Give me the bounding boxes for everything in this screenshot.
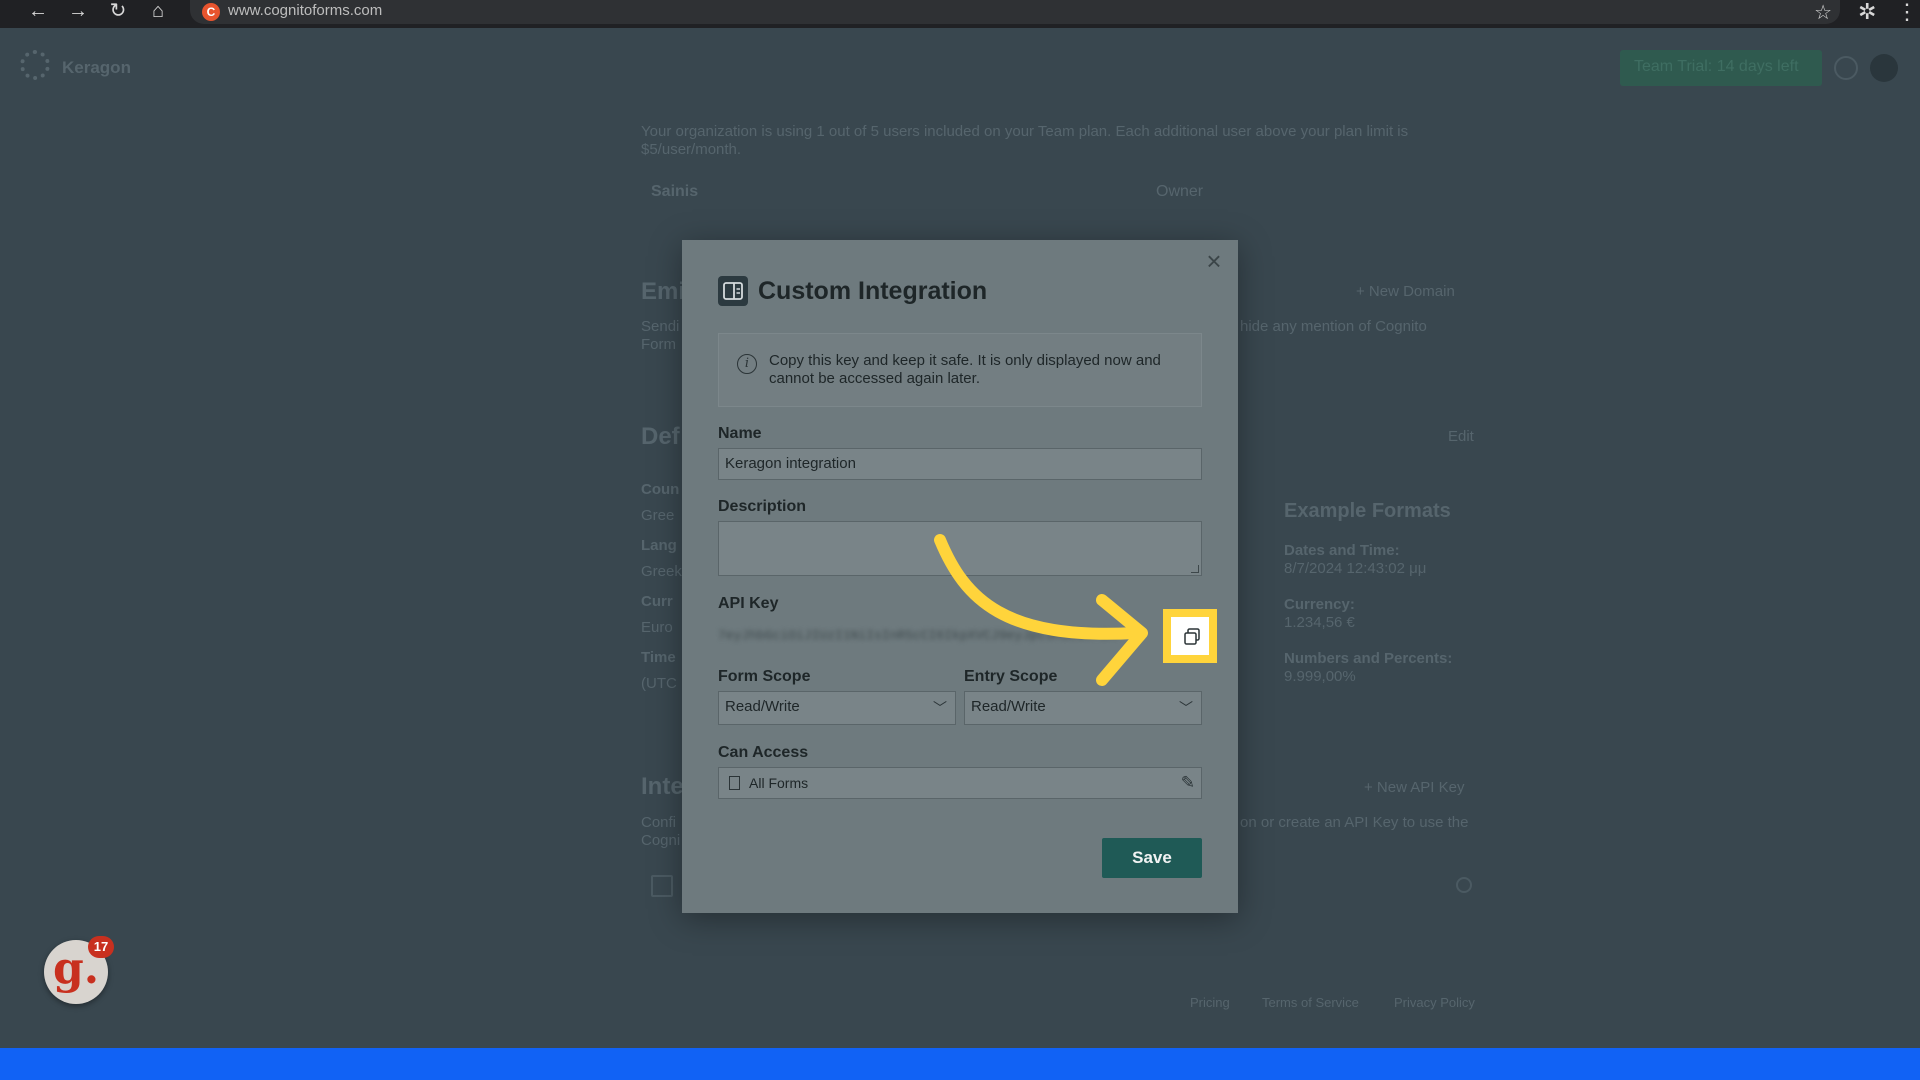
browser-menu-icon[interactable]: ⋮ xyxy=(1896,0,1918,25)
bookmark-star-icon[interactable]: ☆ xyxy=(1814,0,1832,25)
email-text-line1: Sendi xyxy=(641,318,680,335)
api-key-label: API Key xyxy=(718,595,779,612)
form-scope-value: Read/Write xyxy=(725,698,800,715)
language-value: Greek xyxy=(641,563,682,580)
dialog-title: Custom Integration xyxy=(758,277,988,305)
can-access-field[interactable]: All Forms ✎ xyxy=(718,767,1202,799)
reload-icon[interactable]: ↻ xyxy=(102,0,134,22)
country-label: Coun xyxy=(641,481,680,498)
copy-icon xyxy=(1184,628,1200,645)
users-info-line2: $5/user/month. xyxy=(641,141,742,158)
can-access-value: All Forms xyxy=(749,775,809,791)
timezone-label: Time xyxy=(641,649,676,666)
currency-label: Curr xyxy=(641,593,673,610)
integrations-text-line2: Cogni xyxy=(641,832,681,849)
home-icon[interactable]: ⌂ xyxy=(142,0,174,22)
notification-count-badge: 17 xyxy=(88,936,114,958)
trial-button-label: Team Trial: 14 days left xyxy=(1634,58,1799,75)
country-value: Gree xyxy=(641,507,675,524)
chevron-down-icon: ﹀ xyxy=(1179,700,1193,716)
entry-scope-value: Read/Write xyxy=(971,698,1046,715)
currency-example-label: Currency: xyxy=(1284,596,1355,613)
site-favicon-icon: C xyxy=(202,3,220,21)
timezone-value: (UTC xyxy=(641,675,677,692)
browser-toolbar: ← → ↻ ⌂ C www.cognitoforms.com ☆ ✲ ⋮ xyxy=(0,0,1920,28)
close-icon[interactable]: × xyxy=(1202,246,1226,276)
form-scope-label: Form Scope xyxy=(718,668,811,685)
footer-pricing-link[interactable]: Pricing xyxy=(1190,995,1230,1010)
copy-api-key-button[interactable] xyxy=(1163,609,1217,663)
resize-handle-icon[interactable] xyxy=(1191,565,1199,573)
example-formats-heading: Example Formats xyxy=(1284,500,1451,522)
numbers-example-value: 9.999,00% xyxy=(1284,668,1356,685)
keragon-logo-icon xyxy=(20,50,50,80)
integration-toggle-icon[interactable] xyxy=(1456,877,1472,893)
users-info-line1: Your organization is using 1 out of 5 us… xyxy=(641,123,1409,140)
name-input[interactable]: Keragon integration xyxy=(718,448,1202,480)
email-text-line2: Form xyxy=(641,336,676,353)
integration-icon xyxy=(718,276,748,306)
footer-privacy-link[interactable]: Privacy Policy xyxy=(1394,995,1475,1010)
back-icon[interactable]: ← xyxy=(22,0,54,22)
integrations-text-right: on or create an API Key to use the xyxy=(1240,814,1469,831)
info-notice-text: Copy this key and keep it safe. It is on… xyxy=(769,352,1161,387)
dates-example-value: 8/7/2024 12:43:02 μμ xyxy=(1284,560,1427,577)
footer-terms-link[interactable]: Terms of Service xyxy=(1262,995,1359,1010)
document-icon xyxy=(729,776,740,790)
new-domain-button[interactable]: + New Domain xyxy=(1356,283,1455,300)
name-label: Name xyxy=(718,425,762,442)
numbers-example-label: Numbers and Percents: xyxy=(1284,650,1453,667)
address-bar[interactable]: C www.cognitoforms.com ☆ xyxy=(190,0,1840,24)
email-text-right: hide any mention of Cognito xyxy=(1240,318,1427,335)
workspace-name: Keragon xyxy=(62,58,131,77)
help-icon[interactable] xyxy=(1834,56,1858,80)
integrations-section-heading: Inte xyxy=(641,773,684,800)
info-icon: i xyxy=(737,354,757,374)
defaults-section-heading: Def xyxy=(641,423,680,450)
user-name: Sainis xyxy=(651,183,699,200)
tutorial-arrow-icon xyxy=(934,534,1148,686)
notifications-widget[interactable]: g. 17 xyxy=(44,936,114,1004)
dates-example-label: Dates and Time: xyxy=(1284,542,1400,559)
integrations-text-line1: Confi xyxy=(641,814,677,831)
description-label: Description xyxy=(718,498,807,515)
integration-icon xyxy=(651,875,673,897)
trial-button[interactable]: Team Trial: 14 days left xyxy=(1620,50,1822,86)
user-avatar[interactable] xyxy=(1870,54,1898,82)
user-role: Owner xyxy=(1156,183,1204,200)
can-access-label: Can Access xyxy=(718,744,809,761)
info-notice: i Copy this key and keep it safe. It is … xyxy=(718,333,1202,407)
new-api-key-button[interactable]: + New API Key xyxy=(1364,779,1464,796)
currency-value: Euro xyxy=(641,619,673,636)
forward-icon[interactable]: → xyxy=(62,0,94,22)
edit-defaults-button[interactable]: Edit xyxy=(1448,428,1474,445)
address-bar-url: www.cognitoforms.com xyxy=(228,2,383,19)
bottom-bar xyxy=(0,1048,1920,1080)
language-label: Lang xyxy=(641,537,677,554)
pencil-edit-icon[interactable]: ✎ xyxy=(1181,768,1195,798)
currency-example-value: 1.234,56 € xyxy=(1284,614,1355,631)
save-button[interactable]: Save xyxy=(1102,838,1202,878)
extensions-icon[interactable]: ✲ xyxy=(1858,0,1876,25)
email-section-heading: Emi xyxy=(641,278,686,305)
